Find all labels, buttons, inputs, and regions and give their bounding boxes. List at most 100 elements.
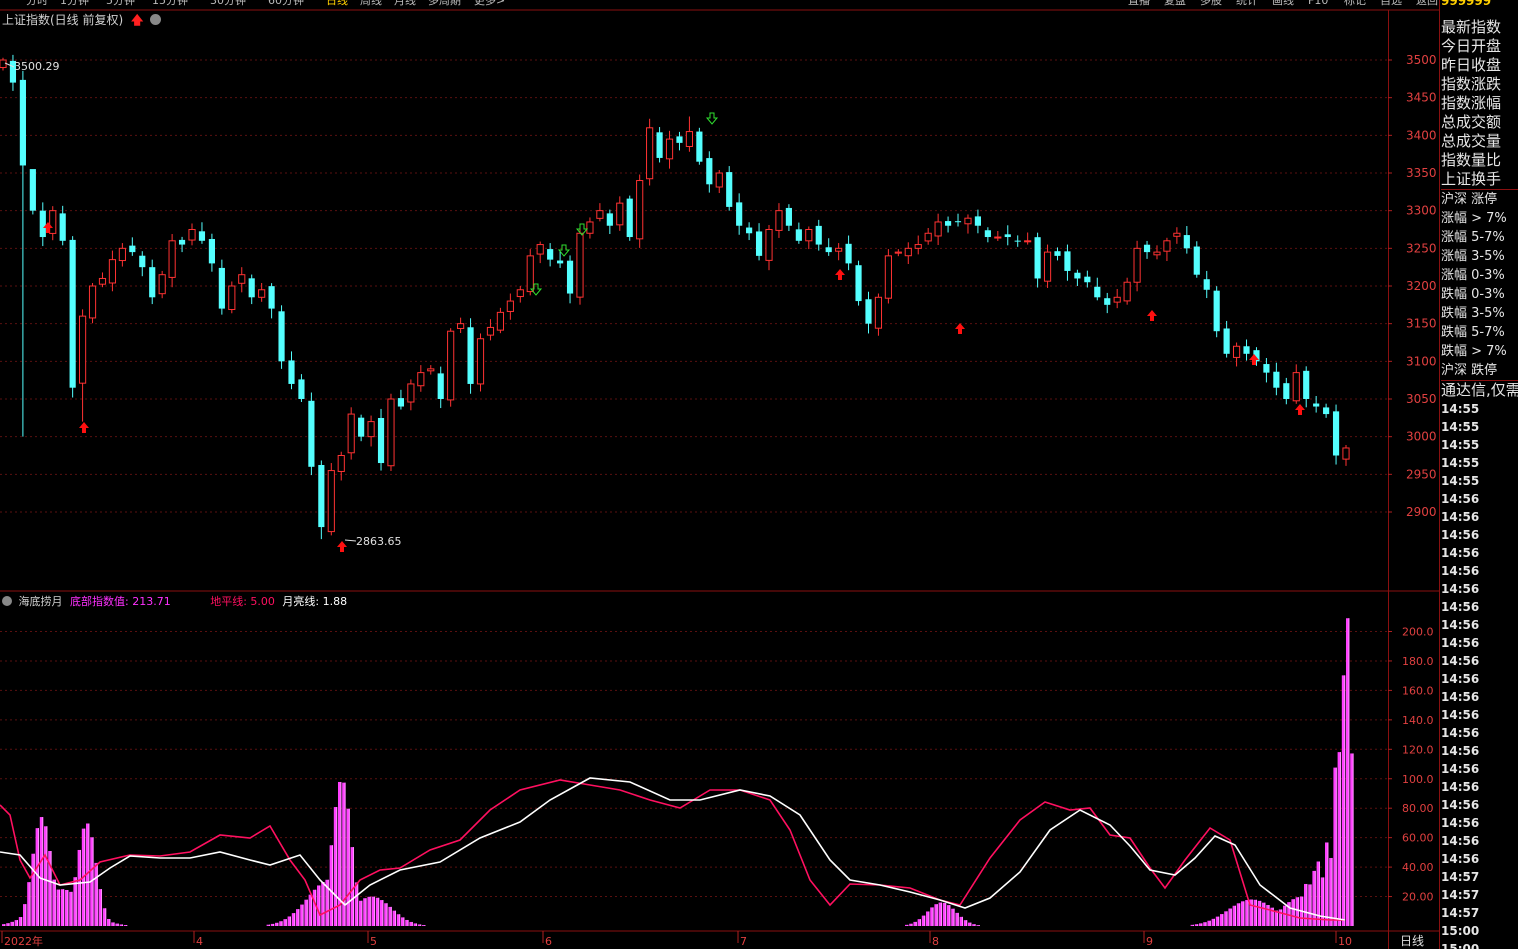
- bottom-index-bar-hl: [54, 879, 56, 926]
- candle-body-up: [98, 277, 107, 285]
- sub-tick-label: 140.0: [1402, 714, 1434, 727]
- candle-body-down: [1273, 371, 1280, 388]
- candle-body-down: [308, 400, 315, 467]
- bottom-index-bar-hl: [374, 896, 375, 926]
- side-item-5[interactable]: 总成交额: [1441, 113, 1518, 132]
- bottom-index-bar-hl: [945, 902, 947, 926]
- indicator-collapse-icon[interactable]: [2, 596, 12, 606]
- bottom-index-bar-hl: [306, 899, 308, 926]
- bottom-index-bar-hl: [365, 898, 367, 926]
- side-item-8[interactable]: 上证换手: [1441, 170, 1518, 190]
- bottom-index-bar-hl: [920, 919, 921, 926]
- candle-body-down: [1193, 246, 1200, 275]
- bottom-index-bar-hl: [21, 917, 23, 926]
- candle-body-up: [576, 232, 584, 298]
- candle-body-up: [1163, 240, 1171, 252]
- bottom-index-bar-hl: [1243, 901, 1245, 926]
- rights-arrow-icon[interactable]: 🡅: [131, 13, 143, 27]
- tick-time: 14:56: [1441, 618, 1480, 632]
- candle-body-up: [1342, 447, 1350, 460]
- main-tick-label: 2900: [1406, 505, 1437, 519]
- side-item-19[interactable]: 通达信,仅需: [1441, 381, 1518, 400]
- side-item-16[interactable]: 跌幅 5-7%: [1441, 323, 1518, 342]
- bottom-index-bar-hl: [953, 908, 955, 926]
- candle-body-up: [1043, 251, 1052, 282]
- candle-body-down: [736, 202, 743, 226]
- side-item-3[interactable]: 指数涨跌: [1441, 75, 1518, 94]
- candle-body-down: [1223, 328, 1230, 354]
- candle-body-up: [835, 247, 843, 252]
- side-item-9[interactable]: 沪深 涨停: [1441, 190, 1518, 209]
- bottom-index-bar-hl: [1352, 753, 1354, 926]
- candle-body-up: [327, 470, 335, 533]
- side-item-1[interactable]: 今日开盘: [1441, 37, 1518, 56]
- bottom-index-bar-hl: [1260, 900, 1262, 926]
- candle-body-up: [1113, 296, 1121, 303]
- side-item-10[interactable]: 涨幅 > 7%: [1441, 209, 1518, 228]
- x-tick-label: 8: [932, 935, 939, 948]
- bottom-index-bar-hl: [416, 923, 417, 926]
- bottom-index-bar-hl: [928, 911, 930, 926]
- side-item-6[interactable]: 总成交量: [1441, 132, 1518, 151]
- candle-body-down: [218, 267, 225, 309]
- side-item-15[interactable]: 跌幅 3-5%: [1441, 304, 1518, 323]
- settings-circle-icon[interactable]: [150, 14, 162, 25]
- bottom-index-bar-hl: [390, 906, 392, 926]
- tick-time: 14:56: [1441, 690, 1480, 704]
- candle-body-down: [1203, 279, 1210, 290]
- candle-body-down: [1243, 346, 1250, 354]
- bottom-index-bar-hl: [113, 922, 115, 926]
- bottom-index-bar-hl: [1218, 916, 1220, 926]
- candle-body-down: [974, 216, 982, 226]
- bottom-index-bar-hl: [1323, 877, 1325, 926]
- sub-tick-label: 120.0: [1402, 743, 1434, 756]
- bottom-index-bar-hl: [96, 862, 98, 926]
- side-item-17[interactable]: 跌幅 > 7%: [1441, 342, 1518, 361]
- bottom-index-bar-hl: [84, 828, 86, 926]
- extreme-labels: 3500.29 2863.65: [4, 60, 402, 548]
- candle-body-up: [1292, 372, 1300, 402]
- bottom-index-bar-hl: [1214, 918, 1215, 926]
- side-item-7[interactable]: 指数量比: [1441, 151, 1518, 170]
- candle-body-up: [586, 221, 594, 234]
- bottom-index-bar-hl: [67, 889, 69, 926]
- main-y-axis: 3500 3450 3400 3350 3300 3250 3200 3150 3100 3050…: [1388, 53, 1437, 519]
- candle-body-up: [118, 247, 126, 262]
- side-item-12[interactable]: 涨幅 3-5%: [1441, 247, 1518, 266]
- bottom-index-bar-hl: [302, 904, 304, 926]
- side-item-2[interactable]: 昨日收盘: [1441, 56, 1518, 75]
- candle-body-down: [1034, 237, 1041, 279]
- bottom-index-bar-hl: [80, 849, 81, 926]
- tick-time: 14:57: [1441, 870, 1480, 884]
- sub-tick-label: 200.0: [1402, 626, 1434, 639]
- candle-body-up: [1024, 240, 1032, 243]
- legend-bottom-index: 底部指数值: 213.71: [70, 595, 171, 608]
- side-item-14[interactable]: 跌幅 0-3%: [1441, 285, 1518, 304]
- bottom-index-bar-hl: [101, 889, 102, 926]
- sub-tick-label: 100.0: [1402, 773, 1434, 786]
- candle-body-down: [129, 245, 136, 253]
- x-tick-label: 4: [196, 935, 203, 948]
- bottom-index-bar-hl: [46, 826, 48, 926]
- candle-body-up: [49, 210, 57, 234]
- side-item-0[interactable]: 最新指数: [1441, 18, 1518, 37]
- bottom-index-bar-hl: [1209, 920, 1211, 926]
- side-item-11[interactable]: 涨幅 5-7%: [1441, 228, 1518, 247]
- bottom-index-bar-hl: [907, 924, 909, 926]
- tick-time: 14:56: [1441, 816, 1480, 830]
- side-item-4[interactable]: 指数涨幅: [1441, 94, 1518, 113]
- candle-body-up: [238, 274, 246, 284]
- side-item-13[interactable]: 涨幅 0-3%: [1441, 266, 1518, 285]
- bottom-index-bar-hl: [332, 845, 333, 926]
- side-item-18[interactable]: 沪深 跌停: [1441, 361, 1518, 381]
- sub-tick-label: 160.0: [1402, 684, 1434, 697]
- candle-body-down: [358, 417, 365, 437]
- bottom-index-bar-hl: [122, 924, 123, 926]
- bottom-index-bar-hl: [1285, 905, 1287, 926]
- candle-body-down: [29, 169, 36, 211]
- bottom-index-bar-hl: [911, 923, 913, 926]
- candle-body-up: [387, 398, 395, 467]
- bottom-index-bar-hl: [1235, 905, 1236, 926]
- candle-body-up: [496, 311, 504, 331]
- candle-body-down: [706, 158, 713, 185]
